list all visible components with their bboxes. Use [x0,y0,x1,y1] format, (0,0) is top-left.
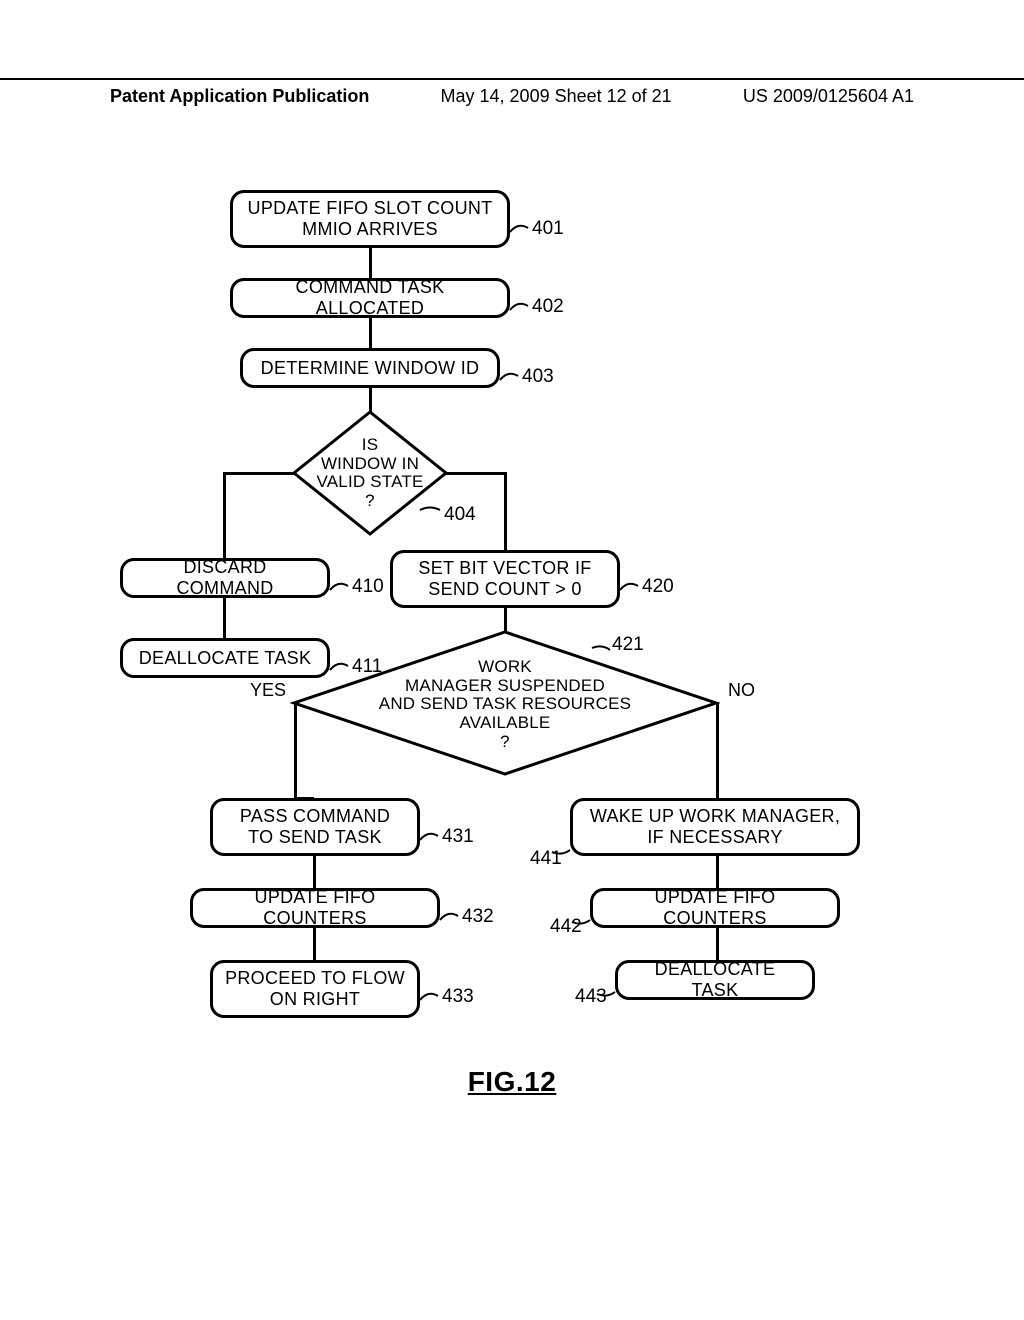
ref-403: 403 [522,366,554,388]
box-420: SET BIT VECTOR IFSEND COUNT > 0 [390,550,620,608]
box-431: PASS COMMANDTO SEND TASK [210,798,420,856]
ref-420: 420 [642,576,674,598]
ref-432: 432 [462,906,494,928]
edge-yes: YES [250,680,286,701]
header-pub-number: US 2009/0125604 A1 [743,86,914,107]
box-441: WAKE UP WORK MANAGER,IF NECESSARY [570,798,860,856]
box-401: UPDATE FIFO SLOT COUNTMMIO ARRIVES [230,190,510,248]
page-header: Patent Application Publication May 14, 2… [0,78,1024,107]
header-date-sheet: May 14, 2009 Sheet 12 of 21 [441,86,672,107]
ref-421: 421 [612,634,644,656]
ref-410: 410 [352,576,384,598]
flowchart: UPDATE FIFO SLOT COUNTMMIO ARRIVES COMMA… [120,190,900,1130]
ref-433: 433 [442,986,474,1008]
ref-443: 443 [575,986,607,1008]
ref-402: 402 [532,296,564,318]
ref-441: 441 [530,848,562,870]
ref-442: 442 [550,916,582,938]
ref-431: 431 [442,826,474,848]
box-433: PROCEED TO FLOWON RIGHT [210,960,420,1018]
figure-caption: FIG.12 [0,1066,1024,1098]
header-publication: Patent Application Publication [110,86,369,107]
box-443: DEALLOCATE TASK [615,960,815,1000]
diamond-404-text: ISWINDOW INVALID STATE? [290,436,450,511]
ref-401: 401 [532,218,564,240]
edge-no: NO [728,680,755,701]
box-403: DETERMINE WINDOW ID [240,348,500,388]
box-402: COMMAND TASK ALLOCATED [230,278,510,318]
box-442: UPDATE FIFO COUNTERS [590,888,840,928]
box-410: DISCARD COMMAND [120,558,330,598]
ref-411: 411 [352,656,382,678]
ref-404: 404 [444,504,476,526]
box-432: UPDATE FIFO COUNTERS [190,888,440,928]
